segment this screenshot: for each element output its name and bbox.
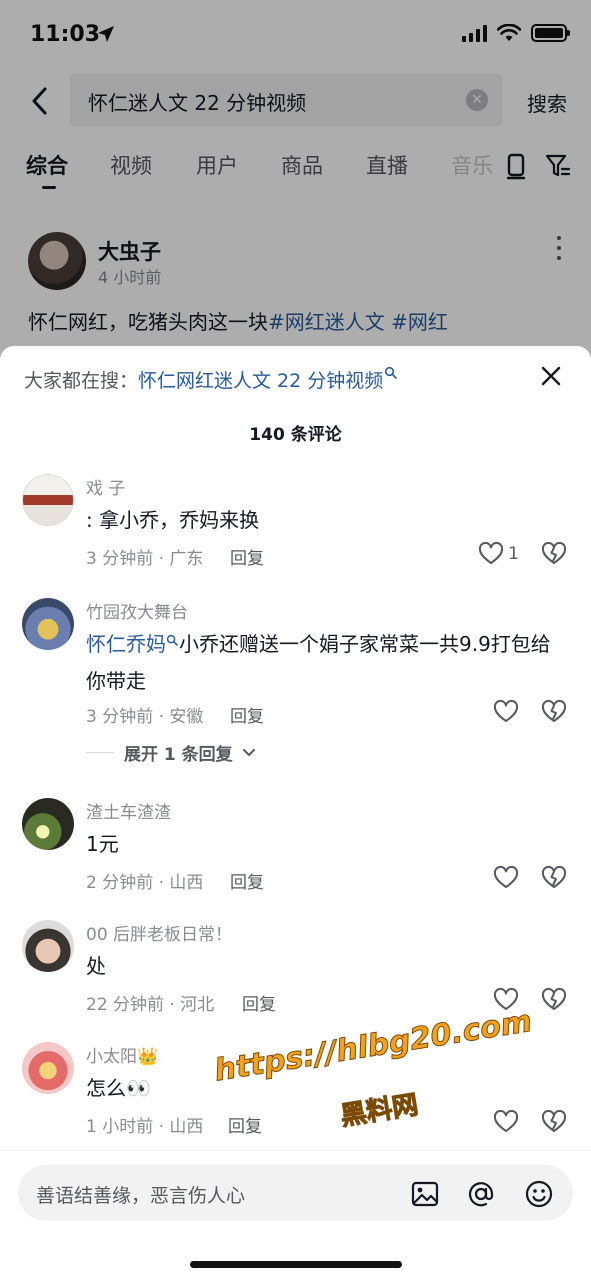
broken-heart-icon[interactable] — [541, 988, 567, 1012]
heart-icon — [479, 542, 504, 564]
reply-button[interactable]: 回复 — [242, 990, 276, 1015]
image-icon[interactable] — [410, 1179, 440, 1209]
commenter-name[interactable]: 渣土车渣渣 — [86, 798, 171, 823]
heart-icon — [493, 988, 519, 1010]
expand-replies-button[interactable]: 展开 1 条回复 — [86, 740, 255, 765]
like-button[interactable] — [493, 700, 519, 724]
close-icon[interactable] — [539, 364, 563, 388]
comment-input[interactable]: 善语结善缘，恶言伤人心 — [18, 1165, 573, 1221]
commenter-name[interactable]: 戏 子 — [86, 474, 125, 499]
broken-heart-icon[interactable] — [541, 700, 567, 724]
emoji-icon[interactable] — [524, 1179, 554, 1209]
heart-icon — [493, 1110, 519, 1132]
commenter-avatar[interactable] — [22, 920, 74, 972]
like-button[interactable] — [493, 1110, 519, 1134]
comment-meta: 3 分钟前 · 安徽 — [86, 707, 204, 727]
commenter-avatar[interactable] — [22, 1042, 74, 1094]
expand-replies-label: 展开 1 条回复 — [124, 745, 233, 765]
chevron-down-icon — [242, 748, 255, 756]
comment-text: 处 — [86, 954, 106, 978]
like-button[interactable]: 1 — [478, 542, 519, 566]
comment-count: 140 条评论 — [249, 425, 342, 445]
comment-text: : 拿小乔，乔妈来换 — [86, 508, 260, 532]
reply-button[interactable]: 回复 — [230, 868, 264, 893]
dim-overlay[interactable] — [0, 0, 591, 360]
comment-meta: 3 分钟前 · 广东 — [86, 549, 204, 569]
heart-icon — [493, 700, 519, 722]
commenter-name[interactable]: 00 后胖老板日常！ — [86, 920, 232, 945]
commenter-name[interactable]: 竹园孜大舞台 — [86, 598, 188, 623]
suggest-label: 大家都在搜： — [24, 370, 139, 392]
comment-text: 怎么👀 — [86, 1076, 151, 1100]
at-icon[interactable] — [466, 1179, 496, 1209]
suggest-query-link[interactable]: 怀仁网红迷人文 22 分钟视频 — [138, 370, 383, 392]
reply-button[interactable]: 回复 — [228, 1112, 262, 1137]
search-icon — [385, 366, 398, 379]
broken-heart-icon[interactable] — [541, 1110, 567, 1134]
suggested-search[interactable]: 大家都在搜：怀仁网红迷人文 22 分钟视频 — [24, 366, 398, 393]
like-button[interactable] — [493, 988, 519, 1012]
commenter-name[interactable]: 小太阳👑 — [86, 1042, 158, 1067]
home-indicator[interactable] — [190, 1261, 402, 1268]
broken-heart-icon[interactable] — [541, 542, 567, 566]
comment-text: 怀仁乔妈 小乔还赠送一个娟子家常菜一共9.9打包给你带走 — [86, 626, 566, 700]
reply-button[interactable]: 回复 — [230, 702, 264, 727]
comment-meta: 22 分钟前 · 河北 — [86, 995, 215, 1015]
comment-meta: 1 小时前 · 山西 — [86, 1117, 204, 1137]
comment-sheet: 大家都在搜：怀仁网红迷人文 22 分钟视频 140 条评论 戏 子 : 拿小乔，… — [0, 346, 591, 1280]
commenter-avatar[interactable] — [22, 474, 74, 526]
reply-button[interactable]: 回复 — [230, 544, 264, 569]
like-button[interactable] — [493, 866, 519, 890]
search-icon — [166, 634, 178, 646]
comment-meta: 2 分钟前 · 山西 — [86, 873, 204, 893]
commenter-avatar[interactable] — [22, 598, 74, 650]
commenter-avatar[interactable] — [22, 798, 74, 850]
comment-text: 1元 — [86, 832, 119, 856]
heart-icon — [493, 866, 519, 888]
like-count: 1 — [508, 544, 519, 564]
broken-heart-icon[interactable] — [541, 866, 567, 890]
comment-input-placeholder: 善语结善缘，恶言伤人心 — [36, 1185, 246, 1207]
comment-input-bar: 善语结善缘，恶言伤人心 — [0, 1150, 591, 1280]
expand-divider — [86, 752, 114, 753]
mention-link[interactable]: 怀仁乔妈 — [86, 632, 166, 656]
